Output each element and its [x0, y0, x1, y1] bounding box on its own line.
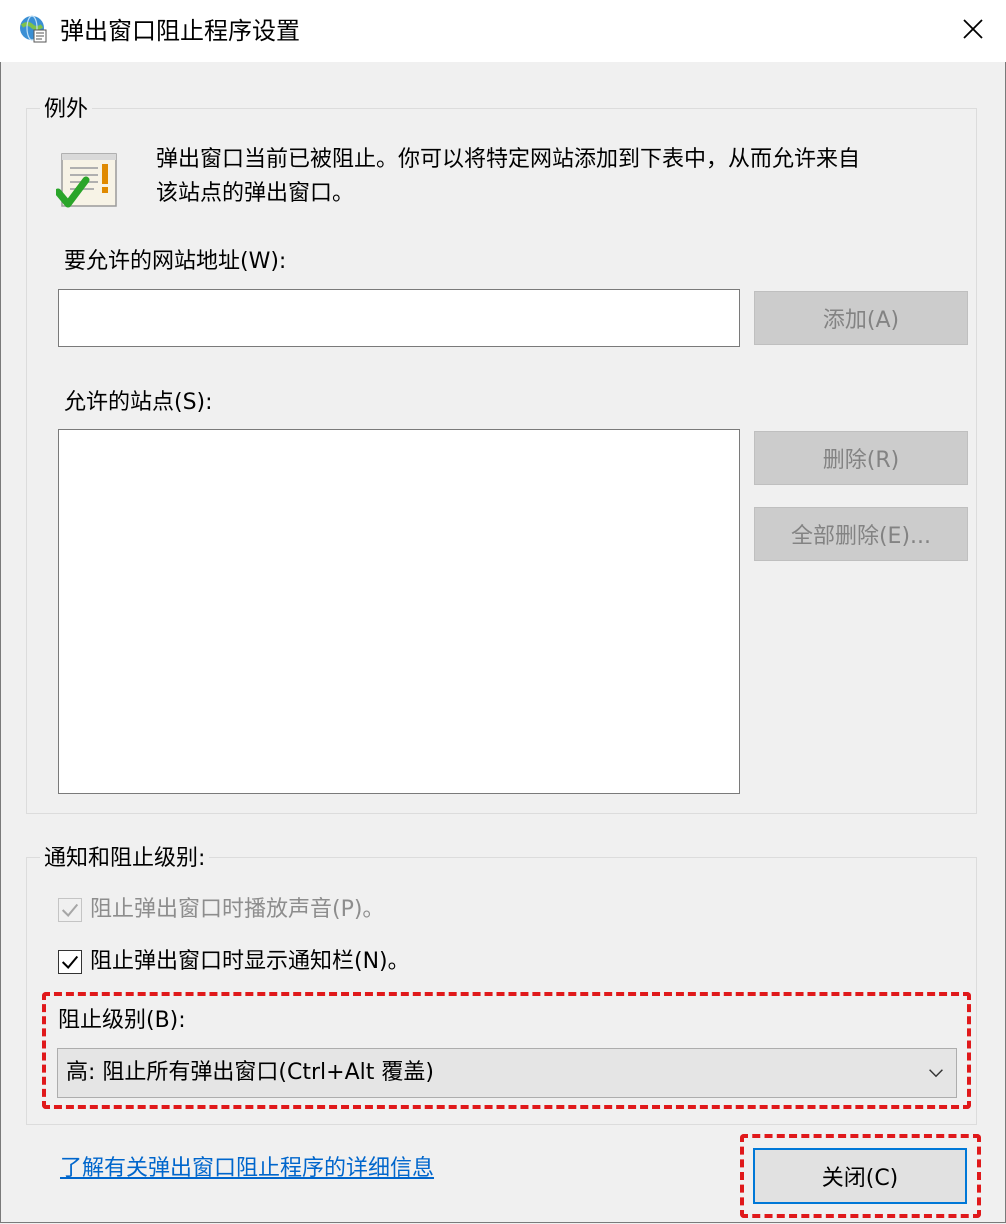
allowed-sites-label: 允许的站点(S):: [64, 390, 213, 415]
add-button[interactable]: 添加(A): [754, 291, 968, 345]
play-sound-checkbox[interactable]: [58, 898, 82, 922]
address-label: 要允许的网站地址(W):: [64, 249, 287, 274]
play-sound-label: 阻止弹出窗口时播放声音(P)。: [90, 897, 385, 922]
learn-more-link[interactable]: 了解有关弹出窗口阻止程序的详细信息: [60, 1152, 434, 1186]
allowed-sites-list[interactable]: [58, 429, 740, 794]
info-text-line2: 该站点的弹出窗口。: [156, 181, 355, 206]
notifications-group-label: 通知和阻止级别:: [40, 845, 210, 873]
title-bar: 弹出窗口阻止程序设置: [0, 0, 1006, 62]
show-bar-label: 阻止弹出窗口时显示通知栏(N)。: [90, 949, 410, 974]
block-level-highlight: [42, 992, 971, 1109]
remove-button[interactable]: 删除(R): [754, 431, 968, 485]
exceptions-group-label: 例外: [40, 96, 93, 124]
close-button-highlight: [740, 1134, 981, 1218]
check-icon: [61, 903, 79, 917]
window-title: 弹出窗口阻止程序设置: [60, 17, 300, 45]
globe-settings-icon: [20, 15, 47, 43]
info-text-line1: 弹出窗口当前已被阻止。你可以将特定网站添加到下表中，从而允许来自: [156, 147, 861, 172]
document-check-warning-icon: [56, 153, 117, 208]
remove-all-button[interactable]: 全部删除(E)...: [754, 507, 968, 561]
address-input[interactable]: [58, 289, 740, 347]
close-icon[interactable]: [950, 10, 996, 50]
check-icon: [61, 955, 79, 969]
show-bar-checkbox[interactable]: [58, 950, 82, 974]
